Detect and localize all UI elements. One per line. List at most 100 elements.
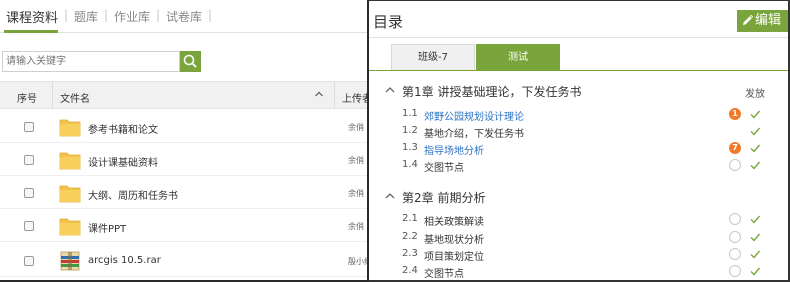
chevron-up-icon[interactable]	[385, 86, 395, 93]
checkmark-icon[interactable]	[749, 213, 761, 225]
folder-icon	[59, 218, 81, 236]
section-number: 2.4	[402, 265, 418, 276]
column-divider	[334, 82, 335, 108]
section-number: 1.1	[402, 108, 418, 119]
tab-homework-bank[interactable]: 作业库	[114, 8, 150, 25]
task-count-badge: 1	[729, 108, 741, 120]
file-name[interactable]: arcgis 10.5.rar	[88, 255, 161, 266]
status-circle	[729, 159, 741, 171]
course-catalog-panel: 目录 编辑 班级-7 测试 发放 第1章 讲授基础理论，下发任务书 1.1 郊野…	[369, 0, 790, 282]
chapter-title: 第1章 讲授基础理论，下发任务书	[402, 85, 582, 99]
column-header-index: 序号	[17, 94, 37, 105]
table-row[interactable]: 参考书籍和论文 余俏	[0, 111, 367, 143]
section-item[interactable]: 2.4 交图节点	[369, 263, 788, 280]
section-title[interactable]: 郊野公园规划设计理论	[424, 108, 524, 123]
edit-button-label: 编辑	[755, 13, 782, 28]
section-item[interactable]: 1.3 指导场地分析 7	[369, 140, 788, 157]
column-divider	[52, 82, 53, 108]
folder-icon	[59, 119, 81, 137]
file-name[interactable]: 课件PPT	[88, 220, 126, 235]
section-item[interactable]: 2.2 基地现状分析	[369, 229, 788, 246]
tab-separator: |	[208, 8, 213, 22]
row-checkbox[interactable]	[24, 155, 34, 165]
section-title[interactable]: 相关政策解读	[424, 213, 484, 228]
section-item[interactable]: 2.3 项目策划定位	[369, 246, 788, 263]
section-title[interactable]: 指导场地分析	[424, 142, 484, 157]
column-header-file-name[interactable]: 文件名	[60, 90, 90, 105]
section-number: 2.3	[402, 248, 418, 259]
page-title: 目录	[373, 13, 404, 31]
file-name[interactable]: 大纲、周历和任务书	[88, 187, 178, 202]
section-number: 1.4	[402, 159, 418, 170]
tab-exam-bank[interactable]: 试卷库	[166, 8, 202, 25]
header-divider	[369, 37, 788, 38]
folder-icon	[59, 152, 81, 170]
file-uploader: 余俏	[348, 156, 364, 165]
chapter-header[interactable]: 第1章 讲授基础理论，下发任务书	[369, 81, 788, 101]
pencil-icon	[743, 14, 754, 25]
section-number: 1.3	[402, 142, 418, 153]
active-tab-indicator	[4, 30, 58, 33]
checkmark-icon[interactable]	[749, 231, 761, 243]
course-library-panel: 课程资料 | 题库 | 作业库 | 试卷库 | 序号 文件名 上传者 参	[0, 0, 369, 282]
status-circle	[729, 248, 741, 260]
search-button[interactable]	[180, 51, 201, 72]
class-tabs-underline	[369, 70, 788, 71]
table-row[interactable]: 课件PPT 余俏	[0, 210, 367, 242]
tab-separator: |	[156, 8, 161, 22]
folder-icon	[59, 185, 81, 203]
library-tabs: 课程资料 | 题库 | 作业库 | 试卷库 |	[0, 0, 367, 33]
checkmark-icon[interactable]	[749, 248, 761, 260]
search-field[interactable]	[2, 51, 180, 72]
section-item[interactable]: 1.4 交图节点	[369, 157, 788, 174]
task-count-badge: 7	[729, 142, 741, 154]
checkmark-icon[interactable]	[749, 265, 761, 277]
chevron-up-icon[interactable]	[385, 192, 395, 199]
search-icon	[183, 54, 197, 68]
section-title[interactable]: 基地介绍，下发任务书	[424, 125, 524, 140]
section-item[interactable]: 2.1 相关政策解读	[369, 211, 788, 228]
edit-button[interactable]: 编辑	[737, 10, 788, 32]
file-uploader: 余俏	[348, 123, 364, 132]
row-checkbox[interactable]	[24, 256, 34, 266]
checkmark-icon[interactable]	[749, 125, 761, 137]
tab-separator: |	[64, 8, 69, 22]
section-number: 2.1	[402, 213, 418, 224]
file-uploader: 余俏	[348, 222, 364, 231]
status-circle	[729, 265, 741, 277]
checkmark-icon[interactable]	[749, 108, 761, 120]
chapter-header[interactable]: 第2章 前期分析	[369, 187, 788, 207]
row-checkbox[interactable]	[24, 221, 34, 231]
section-title[interactable]: 交图节点	[424, 265, 464, 280]
tab-course-materials[interactable]: 课程资料	[6, 7, 58, 26]
tab-separator: |	[104, 8, 109, 22]
checkmark-icon[interactable]	[749, 159, 761, 171]
rar-archive-icon	[60, 251, 80, 271]
section-title[interactable]: 项目策划定位	[424, 248, 484, 263]
checkmark-icon[interactable]	[749, 142, 761, 154]
row-checkbox[interactable]	[24, 188, 34, 198]
table-row[interactable]: arcgis 10.5.rar 殷小红	[0, 245, 367, 277]
file-name[interactable]: 参考书籍和论文	[88, 121, 158, 136]
status-circle	[729, 213, 741, 225]
section-number: 1.2	[402, 125, 418, 136]
section-title[interactable]: 基地现状分析	[424, 231, 484, 246]
row-checkbox[interactable]	[24, 122, 34, 132]
section-title[interactable]: 交图节点	[424, 159, 464, 174]
tab-class-7[interactable]: 班级-7	[391, 44, 475, 71]
section-item[interactable]: 1.1 郊野公园规划设计理论 1	[369, 106, 788, 123]
chapter-title: 第2章 前期分析	[402, 191, 486, 205]
search-input[interactable]	[3, 52, 179, 71]
status-circle	[729, 231, 741, 243]
sort-ascending-icon[interactable]	[314, 89, 324, 99]
file-name[interactable]: 设计课基础资料	[88, 154, 158, 169]
table-row[interactable]: 设计课基础资料 余俏	[0, 144, 367, 176]
column-header-uploader: 上传者	[342, 94, 369, 105]
section-number: 2.2	[402, 231, 418, 242]
file-uploader: 余俏	[348, 189, 364, 198]
section-item[interactable]: 1.2 基地介绍，下发任务书	[369, 123, 788, 140]
tab-test[interactable]: 测试	[476, 44, 560, 71]
table-row[interactable]: 大纲、周历和任务书 余俏	[0, 177, 367, 209]
file-uploader: 殷小红	[348, 257, 367, 266]
tab-question-bank[interactable]: 题库	[74, 8, 98, 25]
